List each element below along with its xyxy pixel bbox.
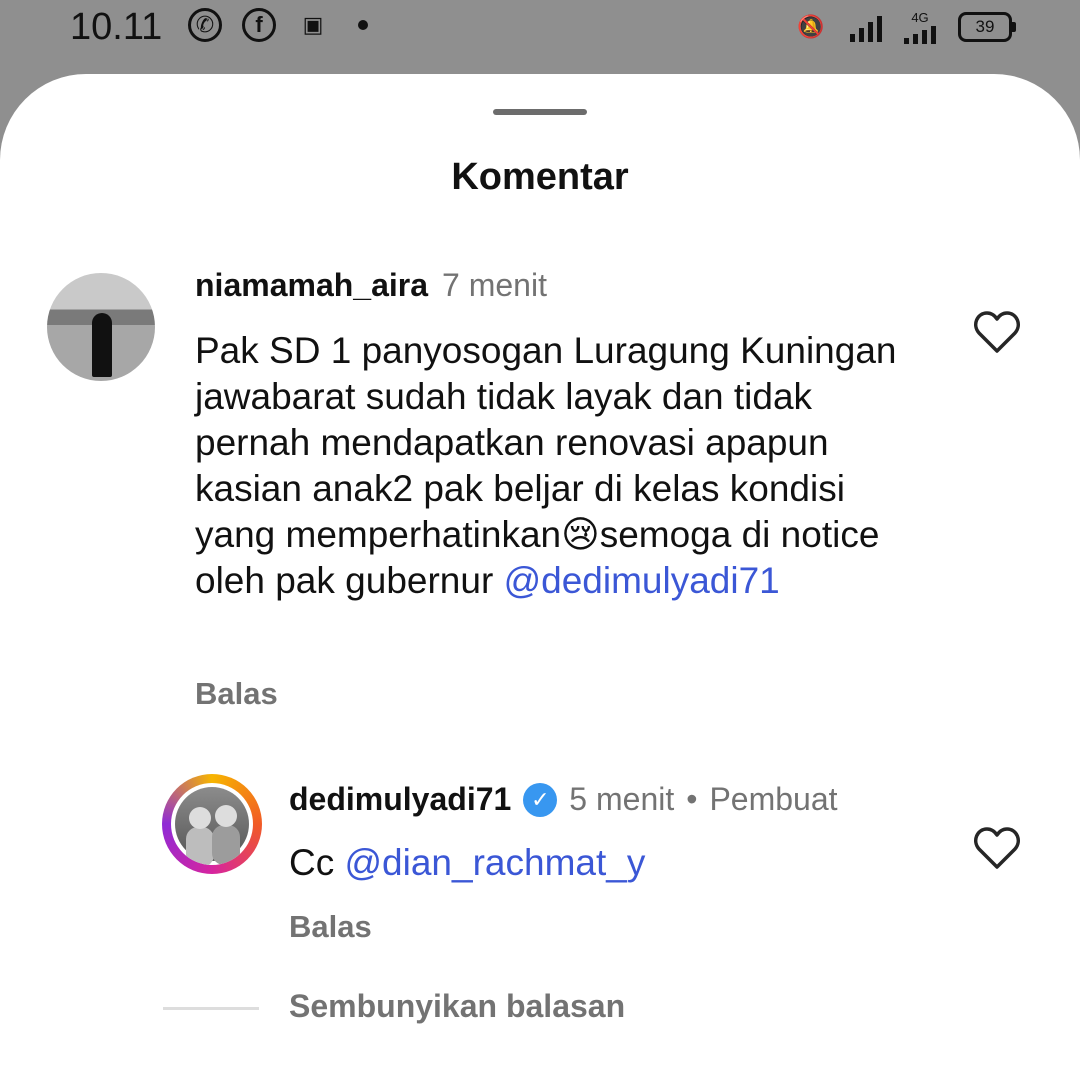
- avatar-face: [189, 807, 211, 829]
- signal-4g-icon: 4G: [904, 11, 936, 44]
- sheet-title: Komentar: [451, 156, 629, 198]
- battery-icon: 39: [958, 12, 1016, 42]
- drag-handle[interactable]: [493, 109, 587, 115]
- reply-time: 5 menit: [569, 781, 675, 817]
- comment-username[interactable]: niamamah_aira: [195, 267, 428, 304]
- heart-icon[interactable]: [973, 310, 1021, 354]
- mute-bell-icon: 🔕: [797, 14, 825, 39]
- crying-emoji: 😢: [561, 514, 600, 555]
- avatar-figure: [186, 827, 214, 865]
- status-icons-right: 🔕 4G 39: [794, 10, 1016, 44]
- mention-link[interactable]: @dedimulyadi71: [504, 560, 780, 601]
- avatar-figure: [212, 825, 240, 865]
- battery-level: 39: [975, 17, 995, 36]
- signal-icon: [850, 12, 882, 42]
- video-icon: ▣: [302, 12, 324, 37]
- meta-separator: •: [686, 781, 698, 817]
- status-time: 10.11: [70, 6, 163, 48]
- mention-link[interactable]: @dian_rachmat_y: [345, 842, 646, 883]
- verified-icon: ✓: [523, 782, 558, 817]
- avatar[interactable]: [47, 273, 155, 381]
- avatar-image: [175, 787, 249, 865]
- avatar-figure: [92, 313, 112, 377]
- avatar[interactable]: [171, 783, 253, 865]
- facebook-icon: f: [242, 8, 276, 42]
- reply-button[interactable]: Balas: [195, 676, 278, 712]
- comment-text: Pak SD 1 panyosogan Luragung Kuningan ja…: [195, 328, 935, 604]
- heart-icon[interactable]: [973, 826, 1021, 870]
- reply-username[interactable]: dedimulyadi71: [289, 781, 511, 818]
- reply-prefix: Cc: [289, 842, 345, 883]
- avatar-face: [215, 805, 237, 827]
- network-label: 4G: [911, 9, 929, 25]
- whatsapp-icon: ✆: [188, 8, 222, 42]
- reply-button[interactable]: Balas: [289, 909, 372, 945]
- reply-meta: dedimulyadi71 ✓ 5 menit • Pembuat: [289, 781, 838, 818]
- dot-icon: [358, 20, 368, 30]
- status-icons-left: ✆ f ▣: [188, 8, 368, 42]
- comment-time: 7 menit: [442, 267, 547, 303]
- divider: [163, 1007, 259, 1010]
- comments-sheet: Komentar niamamah_aira 7 menit Pak SD 1 …: [0, 74, 1080, 1080]
- author-badge: Pembuat: [709, 781, 838, 817]
- comment-meta: niamamah_aira 7 menit: [195, 267, 547, 304]
- reply-text: Cc @dian_rachmat_y: [289, 840, 909, 886]
- status-bar: 10.11 ✆ f ▣ 🔕 4G 39: [0, 0, 1080, 74]
- hide-replies-button[interactable]: Sembunyikan balasan: [289, 988, 625, 1025]
